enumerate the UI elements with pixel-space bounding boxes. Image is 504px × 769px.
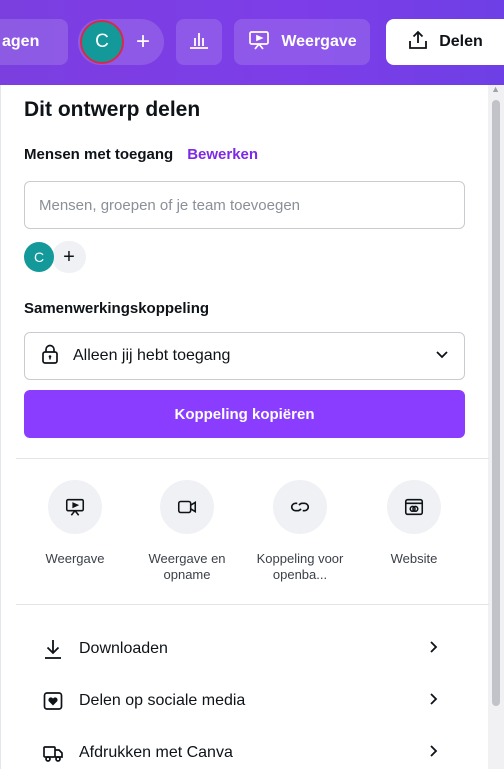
present-button-label: Weergave [281, 33, 357, 50]
menu-item-social[interactable]: Delen op sociale media [42, 686, 442, 716]
menu-item-label: Downloaden [79, 640, 168, 657]
chevron-right-icon [426, 691, 442, 712]
member-avatar[interactable]: C [24, 242, 54, 272]
lock-icon [39, 343, 61, 370]
menu-item-label: Delen op sociale media [79, 692, 246, 709]
people-search-placeholder: Mensen, groepen of je team toevoegen [39, 196, 301, 214]
share-option-present[interactable]: Weergave [25, 480, 125, 567]
access-level-select[interactable]: Alleen jij hebt toegang [24, 332, 465, 380]
present-icon [48, 480, 102, 534]
copy-link-button[interactable]: Koppeling kopiëren [24, 390, 465, 438]
panel-scrollbar-thumb[interactable] [492, 100, 500, 706]
present-icon [247, 28, 271, 57]
share-option-label: Weergave [45, 551, 105, 566]
panel-title: Dit ontwerp delen [24, 98, 201, 121]
heart-social-icon [42, 690, 64, 712]
chevron-down-icon [434, 346, 450, 367]
topbar-left-button-label: agen [2, 33, 40, 50]
edit-access-link[interactable]: Bewerken [187, 146, 258, 163]
scroll-up-arrow-icon[interactable]: ▲ [491, 84, 500, 94]
share-option-website[interactable]: Website [364, 480, 464, 567]
insights-button[interactable] [176, 19, 222, 65]
share-option-label: Website [390, 551, 438, 566]
people-access-label: Mensen met toegang [24, 146, 174, 163]
menu-item-download[interactable]: Downloaden [42, 634, 442, 664]
share-button[interactable]: Delen [386, 19, 504, 65]
people-search-input[interactable]: Mensen, groepen of je team toevoegen [24, 181, 465, 229]
people-access-row: Mensen met toegang Bewerken [24, 146, 258, 163]
user-avatar[interactable]: C [80, 20, 124, 64]
present-button[interactable]: Weergave [234, 19, 370, 65]
menu-item-print[interactable]: Afdrukken met Canva [42, 738, 442, 768]
chevron-right-icon [426, 639, 442, 660]
share-button-label: Delen [439, 33, 483, 50]
upload-icon [407, 29, 429, 56]
share-option-present-record[interactable]: Weergave en opname [137, 480, 237, 583]
share-option-public-link[interactable]: Koppeling voor openba... [250, 480, 350, 583]
access-level-value: Alleen jij hebt toegang [73, 347, 231, 364]
share-option-label: Weergave en opname [148, 551, 226, 582]
website-icon [387, 480, 441, 534]
video-camera-icon [160, 480, 214, 534]
share-option-label: Koppeling voor openba... [256, 551, 344, 582]
add-collaborator-button[interactable]: + [128, 24, 158, 60]
menu-item-label: Afdrukken met Canva [79, 744, 233, 761]
bar-chart-icon [188, 29, 210, 56]
add-member-button[interactable]: + [52, 241, 86, 273]
chevron-right-icon [426, 743, 442, 764]
link-icon [273, 480, 327, 534]
section-divider [16, 458, 489, 459]
truck-icon [42, 742, 64, 764]
collab-link-label: Samenwerkingskoppeling [24, 300, 210, 317]
section-divider [16, 604, 489, 605]
topbar-left-button[interactable]: agen [0, 19, 68, 65]
download-icon [42, 638, 64, 660]
